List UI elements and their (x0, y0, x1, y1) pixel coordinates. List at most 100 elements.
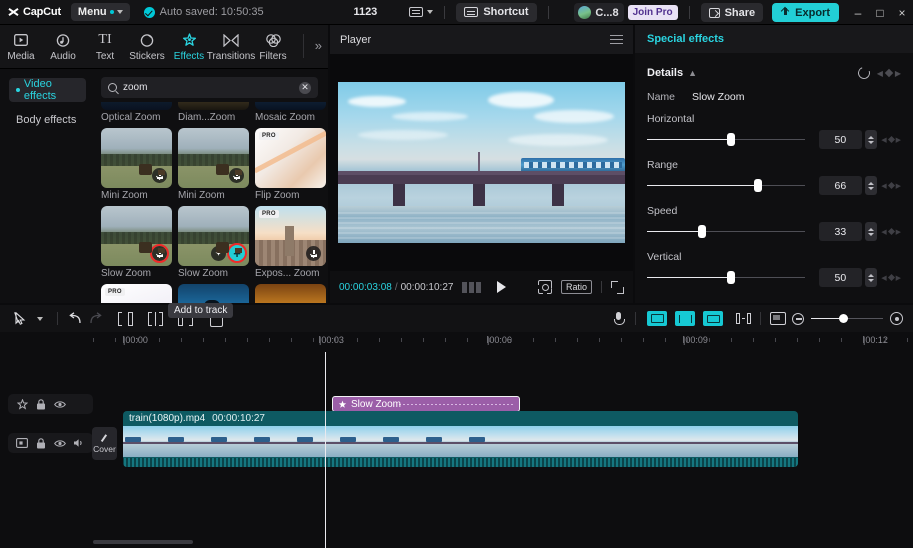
playhead[interactable] (325, 352, 326, 548)
cover-button[interactable]: Cover (92, 427, 117, 460)
tab-stickers[interactable]: Stickers (126, 32, 168, 62)
clear-search-icon[interactable]: ✕ (299, 82, 311, 94)
select-tool-dropdown[interactable] (30, 309, 50, 329)
effect-thumbnail[interactable] (178, 284, 249, 303)
video-preview[interactable] (338, 82, 625, 243)
effect-item[interactable]: PRO Expos... Zoom (255, 206, 326, 281)
more-tabs-icon[interactable]: » (315, 38, 322, 53)
keyframe-prev-icon[interactable]: ◀ (877, 69, 883, 78)
video-clip[interactable]: train(1080p).mp4 00:00:10:27 (123, 411, 798, 467)
effect-thumbnail[interactable] (101, 102, 172, 110)
eye-icon[interactable] (54, 398, 66, 410)
keyframe-next-icon[interactable]: ▶ (895, 69, 901, 78)
shortcut-button[interactable]: Shortcut (456, 3, 536, 22)
close-button[interactable]: × (891, 0, 913, 25)
speed-value-input[interactable]: 33 (819, 222, 862, 241)
split-left-button[interactable] (115, 309, 135, 329)
effect-thumbnail[interactable] (101, 128, 172, 188)
vertical-value-input[interactable]: 50 (819, 268, 862, 287)
effect-thumbnail[interactable]: ✦ + (178, 206, 249, 266)
download-icon[interactable] (152, 246, 167, 261)
keyframe-nav[interactable]: ◀▶ (881, 228, 901, 236)
effect-item[interactable]: PRO Flip Zoom (255, 128, 326, 203)
effect-thumbnail[interactable] (101, 206, 172, 266)
keyframe-diamond-icon[interactable] (885, 69, 893, 77)
search-bar[interactable]: ✕ (101, 77, 318, 98)
chevron-up-icon[interactable]: ▲ (688, 68, 697, 78)
share-button[interactable]: Share (701, 3, 764, 22)
project-name[interactable]: 1123 (353, 6, 377, 18)
effect-thumbnail[interactable] (255, 102, 326, 110)
download-icon[interactable] (229, 168, 244, 183)
focus-icon[interactable] (538, 280, 552, 294)
keyframe-nav[interactable]: ◀▶ (881, 274, 901, 282)
slider-knob[interactable] (754, 179, 762, 192)
category-video-effects[interactable]: Video effects (9, 78, 86, 102)
play-button[interactable] (497, 281, 506, 293)
speed-slider[interactable] (647, 225, 805, 239)
smart-trim-button[interactable] (675, 311, 695, 326)
tab-text[interactable]: TI Text (84, 32, 126, 62)
timeline-ruler[interactable]: |00:00 |00:03 |00:06 |00:09 |00:12 (0, 332, 913, 352)
tab-effects[interactable]: Effects (168, 32, 210, 62)
keyframe-nav[interactable]: ◀▶ (881, 182, 901, 190)
effect-thumbnail[interactable]: PRO (255, 206, 326, 266)
eye-icon[interactable] (54, 437, 66, 449)
fullscreen-icon[interactable] (611, 281, 624, 294)
range-stepper[interactable] (865, 176, 877, 195)
download-icon[interactable] (152, 168, 167, 183)
undo-button[interactable] (65, 309, 85, 329)
effect-thumbnail[interactable] (255, 284, 326, 303)
mirror-button[interactable] (733, 309, 753, 329)
slider-knob[interactable] (698, 225, 706, 238)
horizontal-value-input[interactable]: 50 (819, 130, 862, 149)
effect-item[interactable]: Mosaic Zoom (255, 102, 326, 125)
keyframe-nav[interactable]: ◀ ▶ (877, 69, 901, 78)
effect-item[interactable] (255, 284, 326, 303)
timeline-horizontal-scrollbar[interactable] (93, 540, 193, 544)
tab-transitions[interactable]: Transitions (210, 32, 252, 62)
effect-item[interactable]: Mini Zoom (178, 128, 249, 203)
vertical-stepper[interactable] (865, 268, 877, 287)
horizontal-stepper[interactable] (865, 130, 877, 149)
effect-item[interactable]: Optical Zoom (101, 102, 172, 125)
video-icon[interactable] (16, 437, 28, 449)
slider-knob[interactable] (727, 133, 735, 146)
effect-thumbnail[interactable]: PRO (255, 128, 326, 188)
effect-item[interactable]: Diam...Zoom (178, 102, 249, 125)
player-menu-icon[interactable] (610, 35, 623, 45)
download-icon[interactable] (306, 246, 321, 261)
account-button[interactable]: C...8 (574, 3, 623, 22)
effect-item[interactable]: Mini Zoom (101, 128, 172, 203)
favorite-icon[interactable]: ✦ (211, 246, 226, 261)
effect-clip-slow-zoom[interactable]: Slow Zoom (332, 396, 520, 412)
tab-audio[interactable]: Audio (42, 32, 84, 62)
redo-button[interactable] (85, 309, 105, 329)
tab-media[interactable]: Media (0, 32, 42, 62)
effect-item-slow-zoom[interactable]: Slow Zoom (101, 206, 172, 281)
effect-item[interactable]: PRO (101, 284, 172, 303)
zoom-to-fit-icon[interactable] (890, 312, 903, 325)
effect-item[interactable] (178, 284, 249, 303)
keyboard-layout-selector[interactable] (409, 7, 433, 17)
slider-knob[interactable] (839, 314, 848, 323)
join-pro-button[interactable]: Join Pro (628, 5, 678, 20)
frame-step-icon[interactable] (462, 282, 481, 293)
vertical-slider[interactable] (647, 271, 805, 285)
lock-icon[interactable] (35, 398, 47, 410)
volume-icon[interactable] (73, 437, 85, 449)
select-tool[interactable] (10, 309, 30, 329)
effect-thumbnail[interactable]: PRO (101, 284, 172, 303)
zoom-out-icon[interactable] (792, 313, 804, 325)
horizontal-slider[interactable] (647, 133, 805, 147)
timeline-zoom-slider[interactable] (811, 313, 883, 325)
ratio-button[interactable]: Ratio (561, 280, 592, 294)
auto-reframe-button[interactable] (703, 311, 723, 326)
slider-knob[interactable] (727, 271, 735, 284)
speed-stepper[interactable] (865, 222, 877, 241)
effect-thumbnail[interactable] (178, 128, 249, 188)
category-body-effects[interactable]: Body effects (9, 108, 86, 132)
range-slider[interactable] (647, 179, 805, 193)
reset-icon[interactable] (856, 65, 872, 81)
search-input[interactable] (123, 82, 293, 93)
